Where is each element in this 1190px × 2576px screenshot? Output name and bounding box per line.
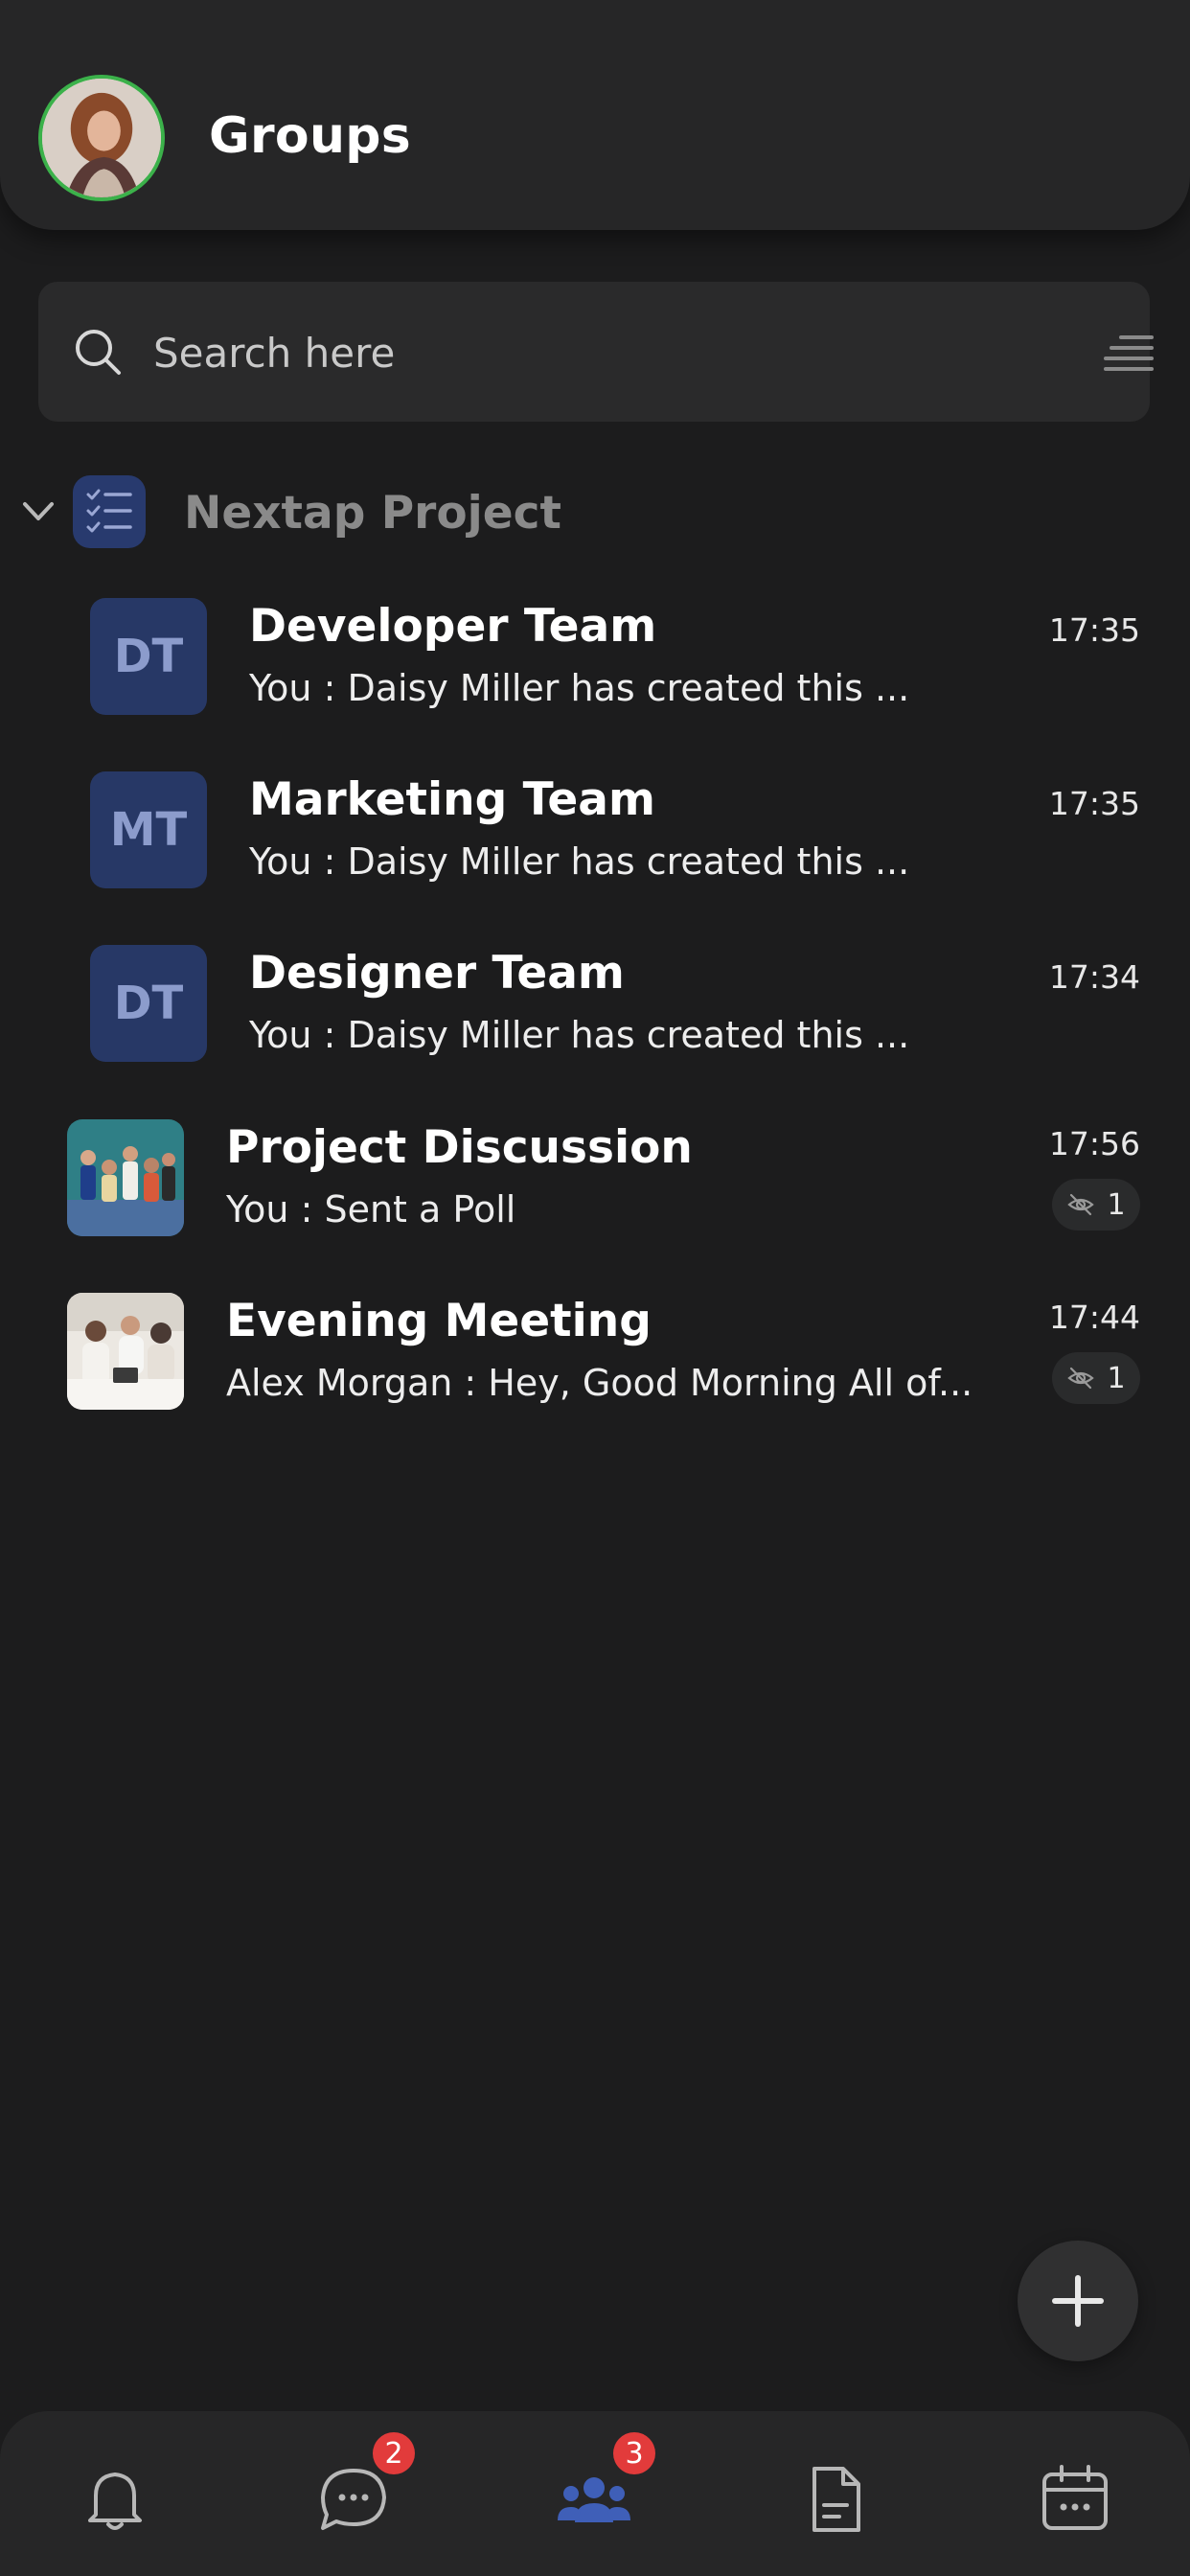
group-initials-avatar: DT	[90, 598, 207, 715]
calendar-icon	[1042, 2465, 1108, 2530]
document-icon	[812, 2467, 860, 2532]
search-input[interactable]	[153, 324, 1016, 381]
group-initials-avatar: DT	[90, 945, 207, 1062]
muted-unread-pill: 1	[1052, 1179, 1140, 1230]
folder-header[interactable]: Nextap Project	[0, 470, 1190, 552]
group-time: 17:35	[1048, 611, 1140, 649]
muted-unread-pill: 1	[1052, 1352, 1140, 1404]
folder-name: Nextap Project	[184, 487, 561, 540]
nav-files[interactable]	[797, 2461, 874, 2538]
group-row-designer-team[interactable]: DT Designer Team You : Daisy Miller has …	[0, 937, 1190, 1081]
group-last-message: Alex Morgan : Hey, Good Morning All of..…	[226, 1362, 973, 1404]
group-row-marketing-team[interactable]: MT Marketing Team You : Daisy Miller has…	[0, 764, 1190, 908]
bottom-navigation: 2 3	[0, 2411, 1190, 2576]
mute-eye-off-icon	[1067, 1193, 1095, 1216]
group-row-project-discussion[interactable]: Project Discussion You : Sent a Poll 17:…	[0, 1112, 1190, 1255]
group-last-message: You : Sent a Poll	[226, 1188, 516, 1230]
plus-icon	[1052, 2275, 1104, 2327]
nav-groups[interactable]: 3	[556, 2432, 655, 2538]
group-row-evening-meeting[interactable]: Evening Meeting Alex Morgan : Hey, Good …	[0, 1285, 1190, 1429]
groups-badge: 3	[613, 2432, 655, 2474]
group-name: Designer Team	[249, 947, 625, 1000]
profile-avatar[interactable]	[38, 75, 165, 201]
group-name: Marketing Team	[249, 773, 655, 826]
filter-lines-icon[interactable]	[1102, 332, 1154, 374]
chats-badge: 2	[373, 2432, 415, 2474]
group-row-developer-team[interactable]: DT Developer Team You : Daisy Miller has…	[0, 590, 1190, 734]
group-last-message: You : Daisy Miller has created this ...	[249, 1014, 910, 1056]
app-header: Groups	[0, 0, 1190, 230]
nav-calendar[interactable]	[1037, 2461, 1113, 2538]
chat-bubble-icon	[321, 2469, 386, 2530]
chevron-down-icon[interactable]	[19, 493, 57, 531]
search-icon	[76, 330, 121, 375]
mute-eye-off-icon	[1067, 1367, 1095, 1390]
unread-count: 1	[1107, 1187, 1126, 1222]
group-time: 17:34	[1048, 958, 1140, 996]
group-name: Developer Team	[249, 600, 657, 653]
group-time: 17:44	[1048, 1299, 1140, 1336]
group-name: Evening Meeting	[226, 1295, 652, 1347]
group-time: 17:35	[1048, 785, 1140, 822]
checklist-icon	[73, 475, 146, 548]
group-photo-avatar	[67, 1293, 184, 1410]
group-time: 17:56	[1048, 1125, 1140, 1162]
group-initials-avatar: MT	[90, 771, 207, 888]
search-bar[interactable]	[38, 282, 1154, 422]
create-group-button[interactable]	[1018, 2241, 1138, 2361]
unread-count: 1	[1107, 1361, 1126, 1395]
group-photo-avatar	[67, 1119, 184, 1236]
nav-notifications[interactable]	[77, 2461, 153, 2538]
nav-chats[interactable]: 2	[315, 2432, 415, 2538]
group-name: Project Discussion	[226, 1121, 693, 1174]
page-title: Groups	[209, 107, 412, 165]
bell-icon	[88, 2472, 142, 2530]
group-people-icon	[558, 2477, 630, 2522]
group-last-message: You : Daisy Miller has created this ...	[249, 667, 910, 709]
group-last-message: You : Daisy Miller has created this ...	[249, 840, 910, 883]
